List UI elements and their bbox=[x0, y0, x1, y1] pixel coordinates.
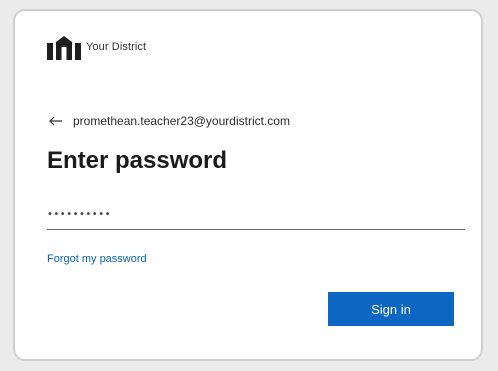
district-name: Your District bbox=[86, 41, 147, 53]
screen: Your District promethean.teacher23@yourd… bbox=[0, 0, 498, 371]
sign-in-card: Your District promethean.teacher23@yourd… bbox=[13, 9, 483, 361]
password-field[interactable] bbox=[47, 200, 465, 230]
brand-header: Your District bbox=[47, 34, 146, 60]
page-title: Enter password bbox=[47, 147, 228, 174]
account-email: promethean.teacher23@yourdistrict.com bbox=[73, 114, 290, 128]
forgot-password-link[interactable]: Forgot my password bbox=[47, 253, 147, 265]
back-arrow-icon[interactable] bbox=[47, 114, 65, 128]
sign-in-button[interactable]: Sign in bbox=[328, 292, 454, 326]
school-building-icon bbox=[47, 36, 81, 60]
identity-banner: promethean.teacher23@yourdistrict.com bbox=[47, 114, 290, 128]
